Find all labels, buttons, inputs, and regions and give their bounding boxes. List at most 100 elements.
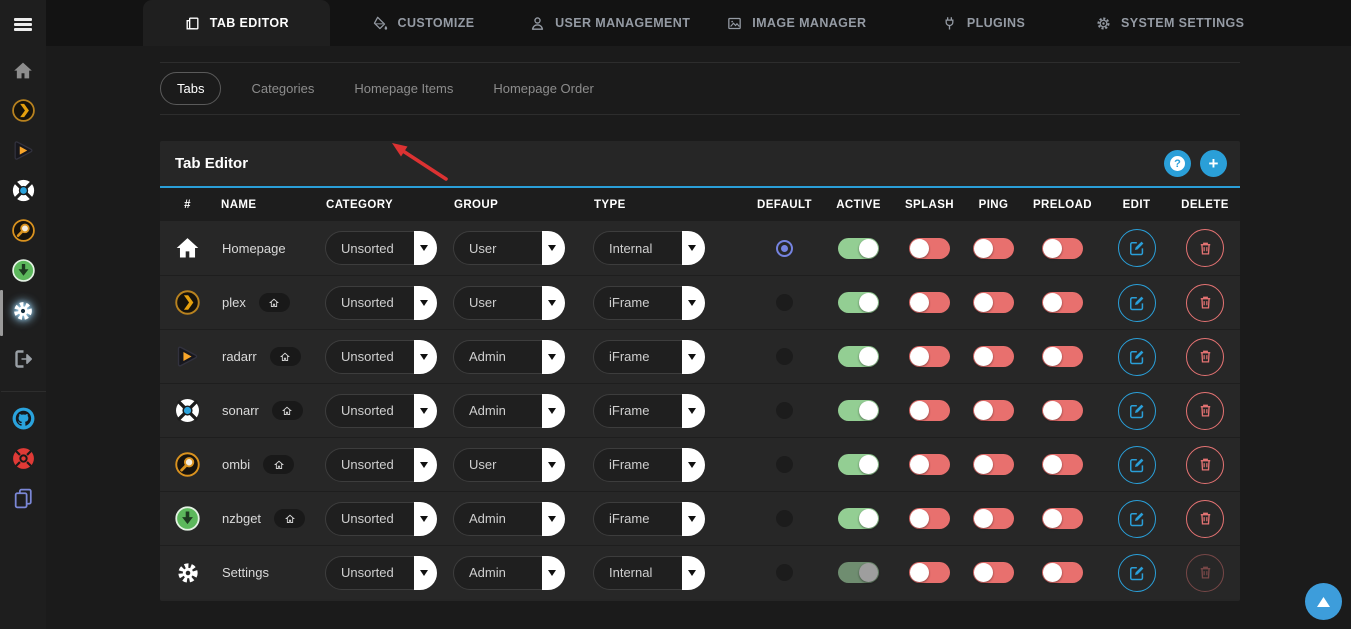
tab-tab-editor[interactable]: TAB EDITOR [143,0,330,46]
paint-icon [372,15,389,32]
group-select[interactable]: Admin [453,556,565,590]
default-radio[interactable] [776,294,793,311]
tab-image-manager[interactable]: IMAGE MANAGER [703,0,890,46]
ping-toggle[interactable] [973,400,1014,421]
splash-toggle[interactable] [909,562,950,583]
sidebar-item-support[interactable] [0,441,46,481]
preload-toggle[interactable] [1042,454,1083,475]
type-select[interactable]: iFrame [593,394,705,428]
active-toggle[interactable] [838,346,879,367]
splash-toggle[interactable] [909,454,950,475]
active-toggle[interactable] [838,454,879,475]
chevron-down-icon [542,448,565,482]
edit-button[interactable] [1118,500,1156,538]
category-select[interactable]: Unsorted [325,231,437,265]
preload-toggle[interactable] [1042,562,1083,583]
delete-button[interactable] [1186,338,1224,376]
group-select[interactable]: Admin [453,394,565,428]
tab-customize[interactable]: CUSTOMIZE [330,0,517,46]
edit-button[interactable] [1118,284,1156,322]
sidebar-item-plex[interactable] [0,93,46,133]
active-toggle[interactable] [838,238,879,259]
default-radio[interactable] [776,456,793,473]
default-radio[interactable] [776,348,793,365]
type-select[interactable]: iFrame [593,340,705,374]
sidebar-item-home[interactable] [0,53,46,93]
type-select[interactable]: iFrame [593,448,705,482]
sidebar-item-ombi[interactable] [0,213,46,253]
splash-toggle[interactable] [909,238,950,259]
preload-toggle[interactable] [1042,238,1083,259]
edit-button[interactable] [1118,554,1156,592]
ping-toggle[interactable] [973,508,1014,529]
sidebar-item-settings[interactable] [0,293,46,333]
category-select[interactable]: Unsorted [325,556,437,590]
subtab-tabs[interactable]: Tabs [160,72,221,105]
splash-toggle[interactable] [909,292,950,313]
subtab-homepage-order[interactable]: Homepage Order [480,73,606,104]
sidebar-item-radarr[interactable] [0,133,46,173]
sidebar-item-github[interactable] [0,401,46,441]
menu-toggle-button[interactable] [12,14,34,35]
type-select[interactable]: iFrame [593,286,705,320]
sidebar-item-docs[interactable] [0,481,46,521]
category-select[interactable]: Unsorted [325,394,437,428]
delete-button[interactable] [1186,500,1224,538]
group-select[interactable]: User [453,286,565,320]
delete-button[interactable] [1186,284,1224,322]
add-tab-button[interactable]: + [1200,150,1227,177]
default-radio[interactable] [776,240,793,257]
preload-toggle[interactable] [1042,400,1083,421]
edit-button[interactable] [1118,338,1156,376]
splash-toggle[interactable] [909,508,950,529]
type-select[interactable]: Internal [593,556,705,590]
category-select[interactable]: Unsorted [325,286,437,320]
edit-button[interactable] [1118,446,1156,484]
help-button[interactable]: ? [1164,150,1191,177]
sidebar-item-nzbget[interactable] [0,253,46,293]
active-toggle[interactable] [838,508,879,529]
tab-user-management[interactable]: USER MANAGEMENT [516,0,703,46]
default-radio[interactable] [776,402,793,419]
chevron-down-icon [542,394,565,428]
group-select[interactable]: Admin [453,502,565,536]
active-toggle[interactable] [838,292,879,313]
edit-button[interactable] [1118,229,1156,267]
plug-icon [941,15,958,32]
default-radio[interactable] [776,510,793,527]
splash-toggle[interactable] [909,346,950,367]
group-select[interactable]: User [453,448,565,482]
preload-toggle[interactable] [1042,292,1083,313]
category-select[interactable]: Unsorted [325,340,437,374]
ping-toggle[interactable] [973,292,1014,313]
ping-toggle[interactable] [973,346,1014,367]
delete-button[interactable] [1186,392,1224,430]
home-icon [174,235,201,262]
subtab-categories[interactable]: Categories [238,73,327,104]
ping-toggle[interactable] [973,454,1014,475]
type-select[interactable]: iFrame [593,502,705,536]
group-select[interactable]: Admin [453,340,565,374]
active-toggle[interactable] [838,400,879,421]
tab-plugins[interactable]: PLUGINS [890,0,1077,46]
delete-button[interactable] [1186,446,1224,484]
delete-button[interactable] [1186,229,1224,267]
splash-toggle[interactable] [909,400,950,421]
subtab-homepage-items[interactable]: Homepage Items [341,73,466,104]
sidebar-item-logout[interactable] [0,341,46,381]
default-radio[interactable] [776,564,793,581]
preload-toggle[interactable] [1042,346,1083,367]
edit-button[interactable] [1118,392,1156,430]
ping-toggle[interactable] [973,238,1014,259]
tab-system-settings[interactable]: SYSTEM SETTINGS [1076,0,1263,46]
preload-toggle[interactable] [1042,508,1083,529]
type-select[interactable]: Internal [593,231,705,265]
scroll-to-top-button[interactable] [1305,583,1342,620]
sidebar-item-sonarr[interactable] [0,173,46,213]
active-toggle[interactable] [838,562,879,583]
group-select[interactable]: User [453,231,565,265]
logout-icon [11,347,35,376]
category-select[interactable]: Unsorted [325,502,437,536]
ping-toggle[interactable] [973,562,1014,583]
category-select[interactable]: Unsorted [325,448,437,482]
